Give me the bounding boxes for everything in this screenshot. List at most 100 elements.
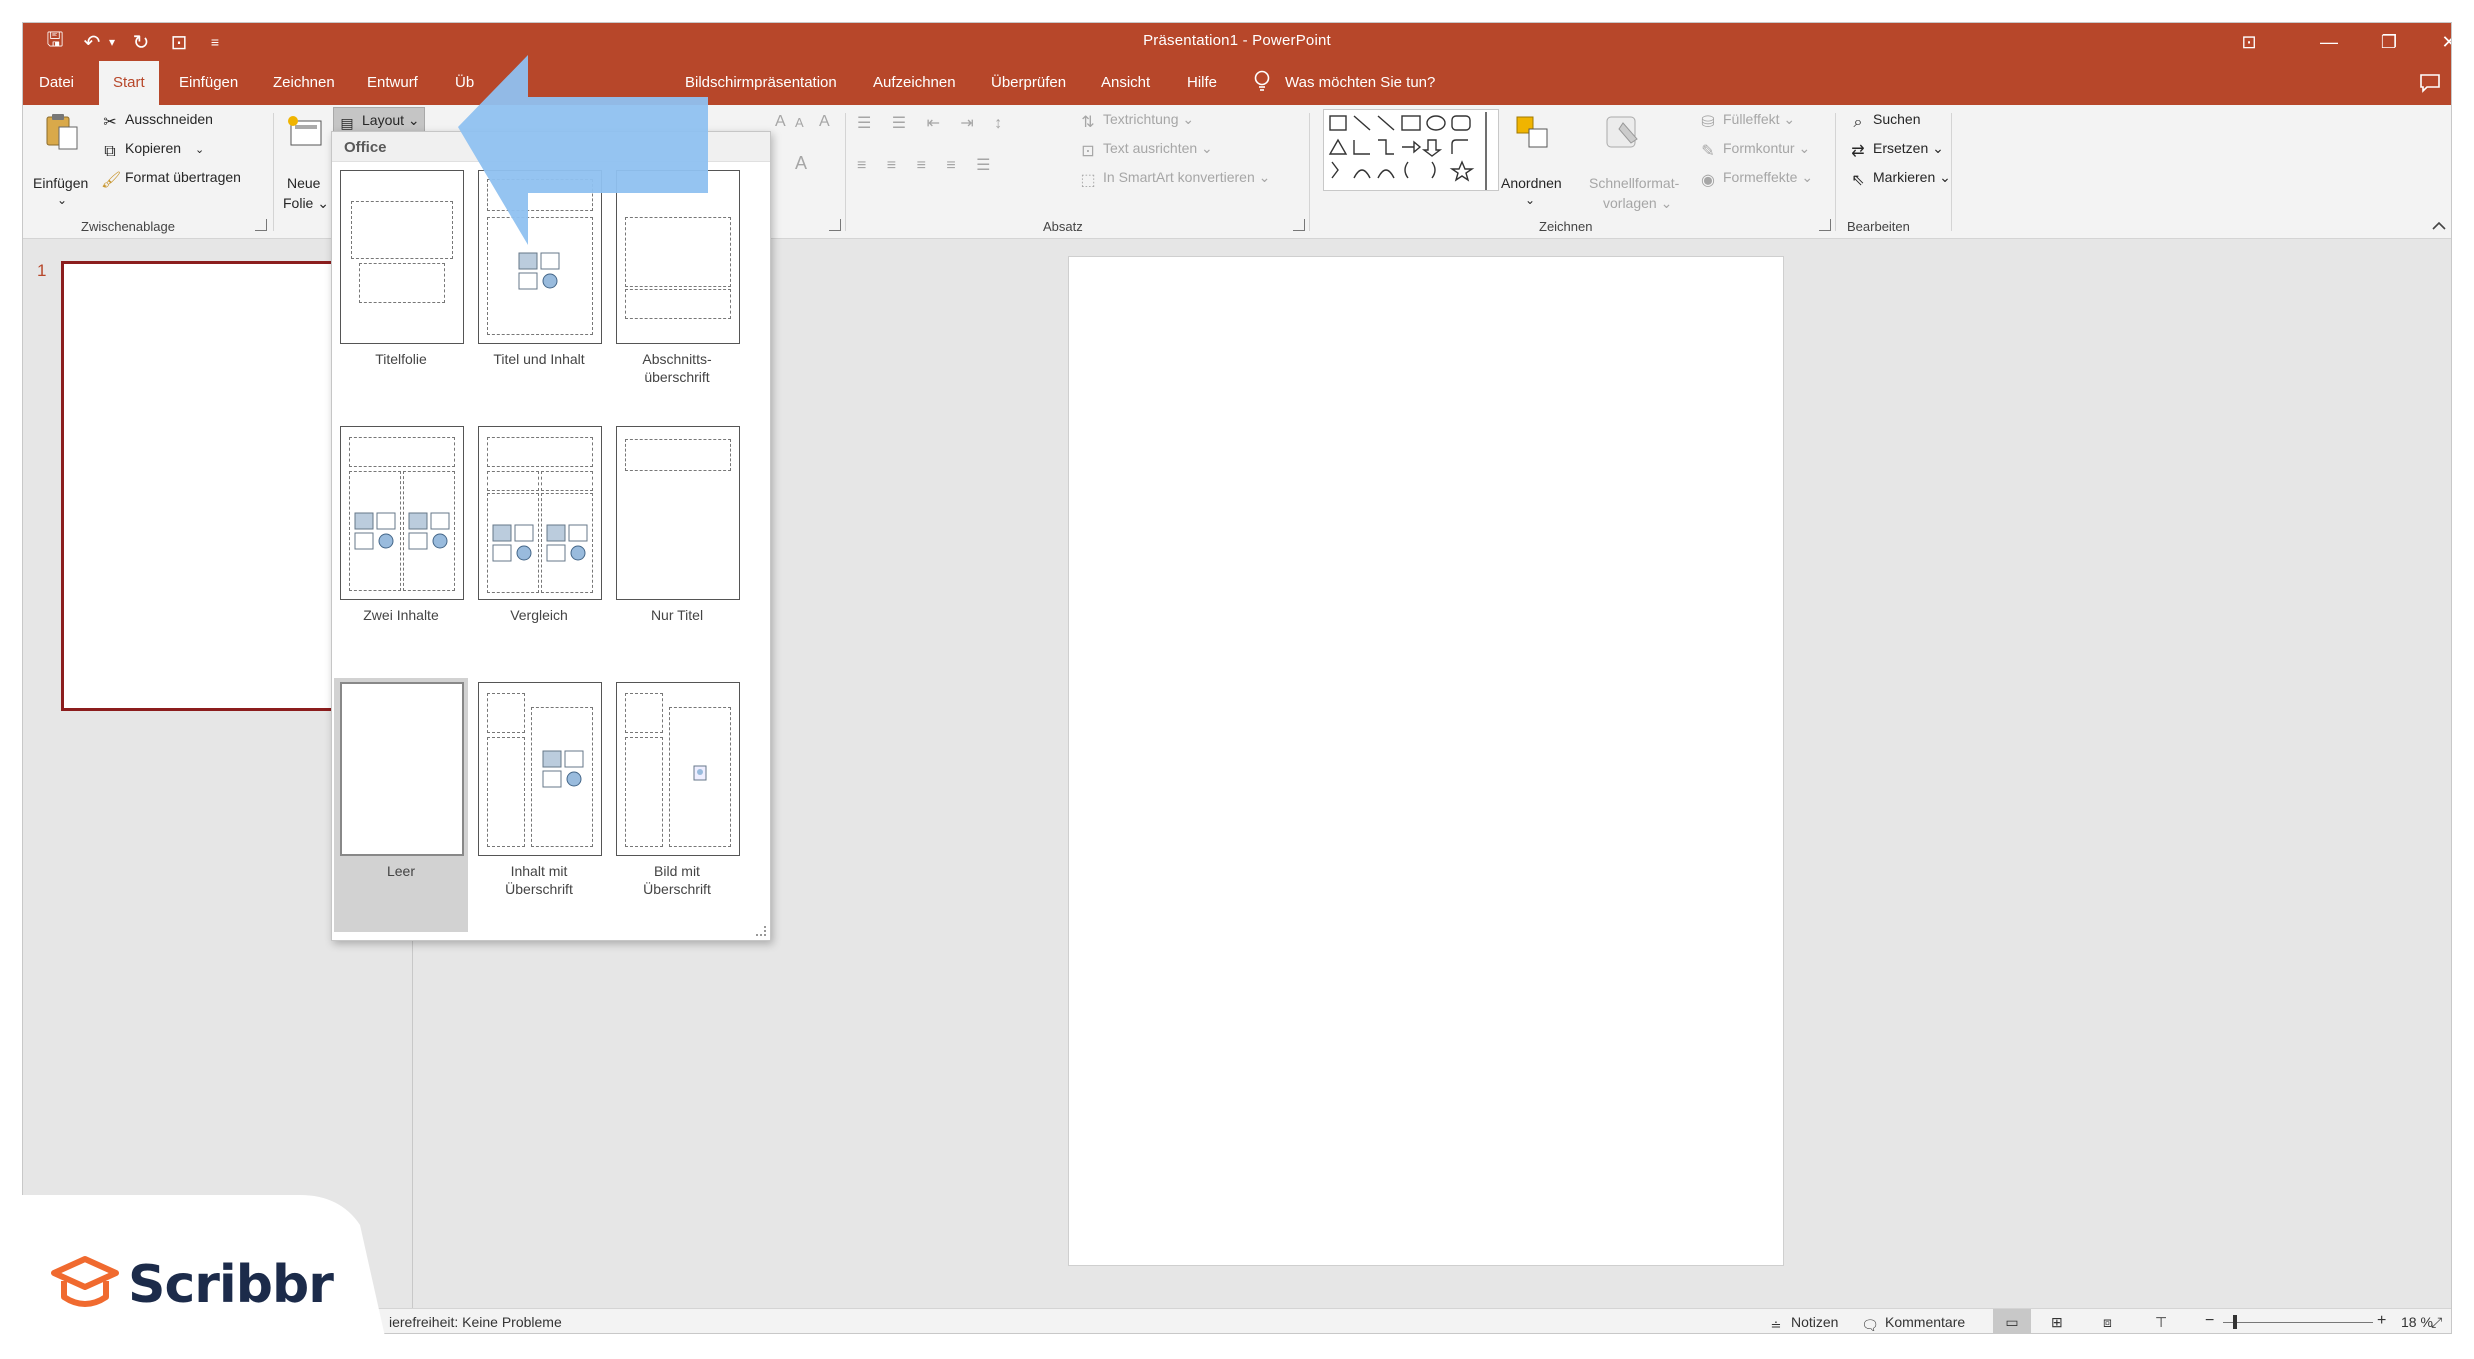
paint-bucket-icon: ⛁ (1701, 114, 1715, 131)
tutorial-arrow-icon (458, 55, 708, 245)
slide-sorter-icon[interactable]: ⊞ (2051, 1314, 2063, 1331)
zoom-out-button[interactable]: − (2205, 1312, 2214, 1330)
zoom-slider-thumb[interactable] (2233, 1315, 2237, 1329)
copy-button[interactable]: ⧉ Kopieren ⌄ (101, 140, 204, 161)
paintbrush-icon: 🖌 (101, 172, 122, 189)
shapes-gallery-icons (1328, 112, 1487, 190)
paste-button-label[interactable]: Einfügen (33, 175, 88, 191)
content-placeholder-icon (354, 512, 396, 550)
font-dialog-launcher-icon[interactable] (829, 219, 841, 231)
shapes-gallery[interactable] (1323, 109, 1499, 191)
tab-zeichnen[interactable]: Zeichnen (271, 61, 337, 105)
slideshow-icon[interactable]: ⊤ (2155, 1314, 2167, 1331)
layout-nur-titel[interactable]: Nur Titel (610, 422, 744, 676)
layout-label: Titelfolie (375, 351, 427, 367)
zoom-level[interactable]: 18 % (2401, 1314, 2433, 1330)
select-button[interactable]: ⇖ Markieren ⌄ (1849, 169, 1951, 190)
select-label: Markieren ⌄ (1873, 169, 1951, 185)
arrange-label[interactable]: Anordnen (1501, 175, 1562, 191)
layout-leer[interactable]: Leer (334, 678, 468, 932)
align-text-icon: ⊡ (1081, 143, 1095, 160)
restore-icon[interactable]: ❐ (2369, 27, 2409, 57)
alignment-buttons[interactable]: ≡ ≡ ≡ ≡ ☰ (857, 155, 998, 175)
format-painter-button[interactable]: 🖌 Format übertragen (101, 169, 241, 190)
align-text-label: Text ausrichten ⌄ (1103, 140, 1213, 156)
find-label: Suchen (1873, 111, 1921, 127)
tab-einfuegen[interactable]: Einfügen (177, 61, 240, 105)
layout-inhalt-mit-ueberschrift[interactable]: Inhalt mit Überschrift (472, 678, 606, 932)
layout-label: Layout ⌄ (362, 112, 420, 128)
comments-icon[interactable] (2419, 73, 2441, 93)
comments-button[interactable]: 🗨 Kommentare (1861, 1314, 1965, 1333)
find-button[interactable]: ⌕ Suchen (1849, 111, 1921, 132)
grow-font-icon[interactable]: A (775, 113, 786, 131)
normal-view-button[interactable]: ▭ (1993, 1309, 2031, 1333)
tab-aufzeichnen[interactable]: Aufzeichnen (871, 61, 958, 105)
accessibility-status[interactable]: ierefreiheit: Keine Probleme (389, 1314, 562, 1330)
quick-styles-label-line2[interactable]: vorlagen ⌄ (1603, 195, 1672, 212)
layout-bild-mit-ueberschrift[interactable]: Bild mit Überschrift (610, 678, 744, 932)
notes-button[interactable]: ≐ Notizen (1767, 1314, 1839, 1333)
clipboard-dialog-launcher-icon[interactable] (255, 219, 267, 231)
cut-button[interactable]: ✂ Ausschneiden (101, 111, 213, 132)
clear-formatting-icon[interactable]: A (819, 113, 830, 131)
powerpoint-window: 🖫 ↶ ▾ ↻ ⊡ ≡ Präsentation1 - PowerPoint ⊡… (22, 22, 2452, 1334)
layout-label: Vergleich (510, 607, 568, 623)
fit-slide-icon[interactable]: ⤢ (2431, 1314, 2442, 1331)
layout-preview (616, 682, 740, 856)
shape-fill-button[interactable]: ⛁ Fülleffekt ⌄ (1699, 111, 1795, 132)
zoom-slider[interactable] (2223, 1322, 2373, 1323)
content-placeholder-icon (492, 524, 534, 562)
shape-outline-button[interactable]: ✎ Formkontur ⌄ (1699, 140, 1810, 161)
gallery-resize-grip-icon[interactable] (756, 926, 766, 936)
text-direction-label: Textrichtung ⌄ (1103, 111, 1195, 127)
collapse-ribbon-icon[interactable] (2431, 221, 2447, 231)
copy-icon: ⧉ (104, 143, 116, 160)
close-icon[interactable]: ✕ (2429, 27, 2451, 57)
paragraph-dialog-launcher-icon[interactable] (1293, 219, 1305, 231)
quick-styles-label-line1[interactable]: Schnellformat- (1589, 175, 1679, 191)
paste-dropdown-icon[interactable]: ⌄ (57, 193, 67, 207)
layout-zwei-inhalte[interactable]: Zwei Inhalte (334, 422, 468, 676)
slide-canvas[interactable] (1068, 256, 1784, 1266)
text-direction-button[interactable]: ⇅ Textrichtung ⌄ (1079, 111, 1194, 132)
reading-view-icon[interactable]: ⧈ (2103, 1314, 2112, 1331)
layout-button[interactable]: ▤ Layout ⌄ (333, 107, 425, 133)
layout-label: Leer (386, 863, 416, 879)
layout-vergleich[interactable]: Vergleich (472, 422, 606, 676)
cut-label: Ausschneiden (125, 111, 213, 127)
tab-ansicht[interactable]: Ansicht (1099, 61, 1152, 105)
tell-me-search[interactable]: Was möchten Sie tun? (1253, 61, 1435, 105)
new-slide-icon[interactable] (285, 113, 325, 155)
comment-icon: 🗨 (1861, 1317, 1879, 1333)
shape-effects-button[interactable]: ◉ Formeffekte ⌄ (1699, 169, 1813, 190)
pencil-icon: ✎ (1701, 143, 1715, 160)
paste-icon[interactable] (41, 111, 81, 153)
list-buttons[interactable]: ☰ ☰ ⇤ ⇥ ↕ (857, 113, 1010, 133)
minimize-icon[interactable]: — (2309, 27, 2349, 57)
zoom-in-button[interactable]: + (2377, 1312, 2386, 1330)
tab-datei[interactable]: Datei (37, 61, 76, 105)
quick-styles-icon[interactable] (1603, 113, 1643, 155)
ribbon-tabs: Datei Start Einfügen Zeichnen Entwurf Üb… (23, 61, 2451, 105)
font-color-icon[interactable]: A (795, 153, 807, 174)
new-slide-label-line2[interactable]: Folie ⌄ (283, 195, 329, 212)
convert-smartart-button[interactable]: ⬚ In SmartArt konvertieren ⌄ (1079, 169, 1270, 190)
ribbon-display-options-icon[interactable]: ⊡ (2229, 27, 2269, 57)
layout-titelfolie[interactable]: Titelfolie (334, 166, 468, 420)
arrange-icon[interactable] (1513, 113, 1553, 155)
tab-hilfe[interactable]: Hilfe (1185, 61, 1219, 105)
align-text-button[interactable]: ⊡ Text ausrichten ⌄ (1079, 140, 1213, 161)
shape-effects-label: Formeffekte ⌄ (1723, 169, 1814, 185)
drawing-dialog-launcher-icon[interactable] (1819, 219, 1831, 231)
arrange-dropdown-icon[interactable]: ⌄ (1525, 193, 1535, 207)
layout-preview (616, 426, 740, 600)
new-slide-label-line1[interactable]: Neue (287, 175, 320, 191)
tab-start[interactable]: Start (99, 61, 159, 105)
tab-ueberpruefen[interactable]: Überprüfen (989, 61, 1068, 105)
copy-dropdown-icon[interactable]: ⌄ (195, 144, 204, 156)
replace-button[interactable]: ⇄ Ersetzen ⌄ (1849, 140, 1944, 161)
layout-label: Zwei Inhalte (363, 607, 439, 623)
tab-entwurf[interactable]: Entwurf (365, 61, 420, 105)
shrink-font-icon[interactable]: A (795, 115, 804, 130)
